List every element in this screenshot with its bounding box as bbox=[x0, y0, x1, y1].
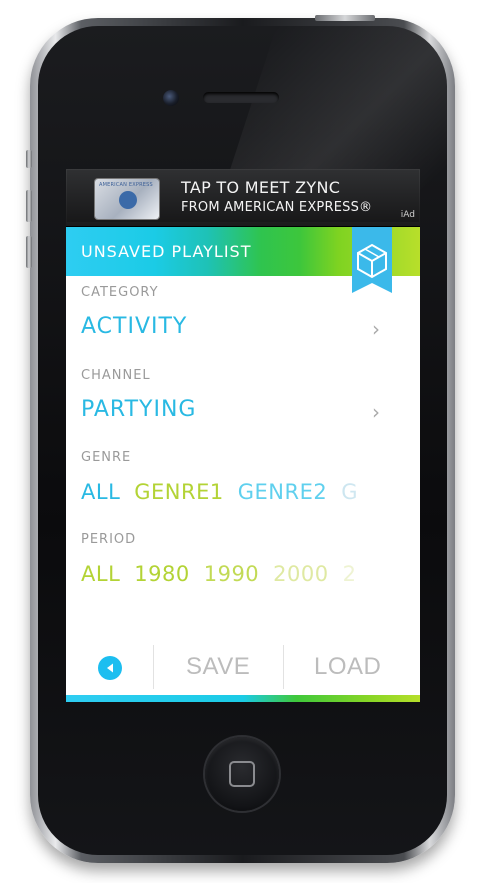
home-square-icon bbox=[229, 761, 255, 787]
genre-label: GENRE bbox=[81, 450, 132, 465]
period-option-all[interactable]: ALL bbox=[81, 562, 120, 586]
ad-banner[interactable]: AMERICAN EXPRESS TAP TO MEET ZYNC FROM A… bbox=[66, 169, 420, 227]
toolbar-divider bbox=[153, 645, 154, 689]
category-label: CATEGORY bbox=[81, 285, 159, 300]
genre-option-all[interactable]: ALL bbox=[81, 480, 120, 504]
back-button[interactable] bbox=[98, 656, 122, 680]
card-centurion-icon bbox=[119, 191, 137, 209]
genre-options: ALLGENRE1GENRE2G bbox=[81, 480, 372, 504]
volume-down-button[interactable] bbox=[26, 236, 32, 268]
genre-option-genre1[interactable]: GENRE1 bbox=[134, 480, 223, 504]
ad-subline: FROM AMERICAN EXPRESS® bbox=[181, 200, 373, 215]
period-option-2000[interactable]: 2000 bbox=[273, 562, 328, 586]
back-arrow-icon bbox=[107, 663, 113, 673]
cube-icon[interactable] bbox=[352, 227, 392, 293]
period-label: PERIOD bbox=[81, 532, 137, 547]
period-fade bbox=[350, 557, 420, 597]
toolbar-divider bbox=[283, 645, 284, 689]
channel-label: CHANNEL bbox=[81, 368, 151, 383]
category-chevron-icon[interactable]: › bbox=[372, 317, 380, 341]
iad-badge: iAd bbox=[400, 210, 415, 220]
period-option-1990[interactable]: 1990 bbox=[204, 562, 259, 586]
channel-value[interactable]: PARTYING bbox=[81, 397, 196, 422]
load-button[interactable]: LOAD bbox=[314, 653, 381, 681]
power-button[interactable] bbox=[315, 15, 375, 21]
card-brand-text: AMERICAN EXPRESS bbox=[99, 182, 153, 188]
playlist-title: UNSAVED PLAYLIST bbox=[81, 242, 252, 261]
app-screen: AMERICAN EXPRESS TAP TO MEET ZYNC FROM A… bbox=[66, 169, 420, 702]
ad-headline: TAP TO MEET ZYNC bbox=[181, 178, 341, 197]
channel-chevron-icon[interactable]: › bbox=[372, 400, 380, 424]
mute-switch[interactable] bbox=[26, 150, 32, 168]
category-value[interactable]: ACTIVITY bbox=[81, 314, 187, 339]
volume-up-button[interactable] bbox=[26, 190, 32, 222]
genre-fade bbox=[350, 475, 420, 515]
save-button[interactable]: SAVE bbox=[186, 653, 250, 681]
front-camera bbox=[163, 90, 179, 106]
amex-card-image: AMERICAN EXPRESS bbox=[95, 179, 159, 219]
earpiece-speaker bbox=[203, 92, 279, 103]
period-options: ALL1980199020002 bbox=[81, 562, 371, 586]
bottom-color-stripe bbox=[66, 695, 420, 702]
genre-option-genre2[interactable]: GENRE2 bbox=[238, 480, 327, 504]
ad-banner-inner: AMERICAN EXPRESS TAP TO MEET ZYNC FROM A… bbox=[67, 170, 419, 222]
period-option-1980[interactable]: 1980 bbox=[134, 562, 189, 586]
